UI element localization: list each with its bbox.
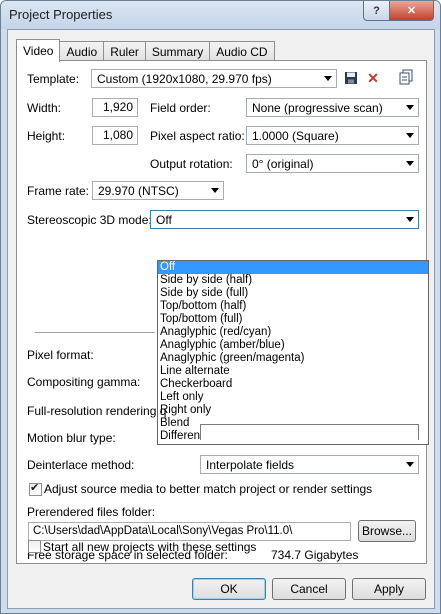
output-rotation-value: 0° (original)	[252, 157, 314, 171]
pixel-aspect-dropdown[interactable]: 1.0000 (Square)	[246, 126, 419, 145]
delete-icon[interactable]: ✕	[364, 69, 382, 87]
tab-video[interactable]: Video	[16, 39, 61, 62]
tab-ruler[interactable]: Ruler	[103, 41, 146, 62]
title-bar: Project Properties ? ✕	[1, 1, 440, 29]
apply-button[interactable]: Apply	[352, 578, 426, 600]
chevron-down-icon	[406, 217, 414, 222]
option-anaglyphic-green-magenta[interactable]: Anaglyphic (green/magenta)	[158, 352, 428, 365]
option-anaglyphic-amber-blue[interactable]: Anaglyphic (amber/blue)	[158, 339, 428, 352]
ok-button[interactable]: OK	[192, 578, 266, 600]
video-tab-panel: Template: Custom (1920x1080, 29.970 fps)…	[16, 60, 429, 564]
full-res-rendering-label: Full-resolution rendering q	[27, 404, 167, 418]
field-order-dropdown[interactable]: None (progressive scan)	[246, 98, 419, 117]
height-field[interactable]: 1,080	[92, 126, 138, 145]
pixel-aspect-value: 1.0000 (Square)	[252, 129, 339, 143]
help-icon[interactable]: ?	[363, 1, 390, 21]
browse-button[interactable]: Browse...	[358, 520, 416, 542]
copy-icon[interactable]	[397, 68, 415, 86]
prerendered-folder-field[interactable]: C:\Users\dad\AppData\Local\Sony\Vegas Pr…	[28, 522, 351, 541]
deinterlace-value: Interpolate fields	[206, 458, 295, 472]
option-top-bottom-half[interactable]: Top/bottom (half)	[158, 300, 428, 313]
height-label: Height:	[27, 129, 66, 143]
close-icon[interactable]: ✕	[389, 1, 434, 21]
cancel-button[interactable]: Cancel	[272, 578, 346, 600]
section-divider	[35, 332, 155, 333]
option-side-by-side-half[interactable]: Side by side (half)	[158, 274, 428, 287]
tab-summary[interactable]: Summary	[144, 41, 211, 62]
save-icon[interactable]	[342, 69, 360, 87]
template-label: Template:	[27, 72, 80, 86]
frame-rate-value: 29.970 (NTSC)	[98, 184, 179, 198]
template-dropdown[interactable]: Custom (1920x1080, 29.970 fps)	[91, 69, 337, 88]
frame-rate-dropdown[interactable]: 29.970 (NTSC)	[92, 181, 224, 200]
chevron-down-icon	[406, 462, 414, 467]
chevron-down-icon	[406, 105, 414, 110]
deinterlace-dropdown[interactable]: Interpolate fields	[200, 455, 419, 474]
output-rotation-dropdown[interactable]: 0° (original)	[246, 154, 419, 173]
chevron-down-icon	[324, 76, 332, 81]
window-title: Project Properties	[9, 7, 113, 22]
template-value: Custom (1920x1080, 29.970 fps)	[97, 72, 272, 86]
option-left-only[interactable]: Left only	[158, 391, 428, 404]
stereo-3d-label: Stereoscopic 3D mode:	[27, 213, 152, 227]
option-checkerboard[interactable]: Checkerboard	[158, 378, 428, 391]
stereo-3d-options-list: Off Side by side (half) Side by side (fu…	[157, 260, 429, 445]
deinterlace-label: Deinterlace method:	[27, 458, 135, 472]
free-storage-value: 734.7 Gigabytes	[271, 548, 359, 562]
stereo-3d-value: Off	[156, 213, 172, 227]
width-label: Width:	[27, 101, 62, 115]
output-rotation-label: Output rotation:	[150, 157, 233, 171]
field-order-label: Field order:	[150, 101, 211, 115]
start-all-label: Start all new projects with these settin…	[43, 540, 257, 554]
tab-strip: Video Audio Ruler Summary Audio CD	[16, 39, 275, 62]
option-right-only[interactable]: Right only	[158, 404, 428, 417]
option-side-by-side-full[interactable]: Side by side (full)	[158, 287, 428, 300]
prerendered-label: Prerendered files folder:	[27, 505, 156, 519]
tab-audio-cd[interactable]: Audio CD	[209, 41, 275, 62]
motion-blur-dropdown[interactable]	[200, 424, 419, 440]
width-field[interactable]: 1,920	[92, 98, 138, 117]
dialog-client: Video Audio Ruler Summary Audio CD Templ…	[7, 29, 435, 609]
chevron-down-icon	[406, 161, 414, 166]
field-order-value: None (progressive scan)	[252, 101, 383, 115]
option-off[interactable]: Off	[158, 261, 428, 274]
option-top-bottom-full[interactable]: Top/bottom (full)	[158, 313, 428, 326]
option-anaglyphic-red-cyan[interactable]: Anaglyphic (red/cyan)	[158, 326, 428, 339]
adjust-source-label: Adjust source media to better match proj…	[44, 482, 373, 496]
stereo-3d-dropdown[interactable]: Off	[150, 210, 419, 229]
pixel-format-label: Pixel format:	[27, 348, 94, 362]
chevron-down-icon	[211, 188, 219, 193]
start-all-checkbox[interactable]	[28, 540, 41, 553]
adjust-source-checkbox[interactable]	[29, 481, 42, 496]
motion-blur-label: Motion blur type:	[27, 431, 116, 445]
frame-rate-label: Frame rate:	[27, 184, 90, 198]
tab-audio[interactable]: Audio	[59, 41, 105, 62]
pixel-aspect-label: Pixel aspect ratio:	[150, 129, 245, 143]
compositing-gamma-label: Compositing gamma:	[27, 375, 141, 389]
project-properties-window: Project Properties ? ✕ Video Audio Ruler…	[0, 0, 441, 614]
option-line-alternate[interactable]: Line alternate	[158, 365, 428, 378]
chevron-down-icon	[406, 133, 414, 138]
